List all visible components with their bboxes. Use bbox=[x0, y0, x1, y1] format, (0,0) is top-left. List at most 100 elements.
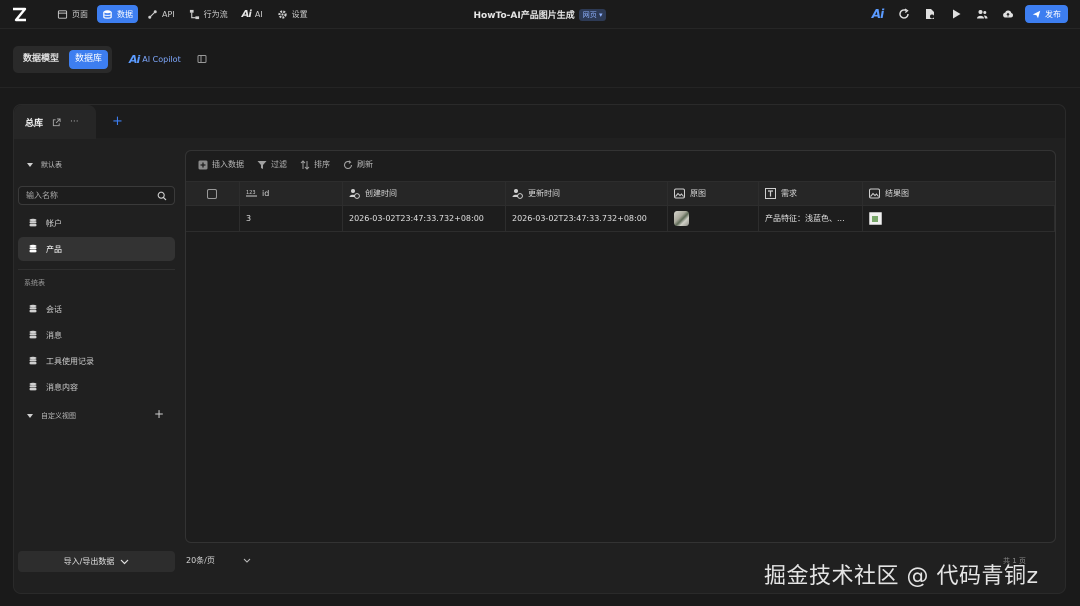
column-header-created[interactable]: 创建时间 bbox=[343, 182, 506, 205]
publish-button[interactable]: 发布 bbox=[1025, 5, 1068, 23]
ai-icon: Ai bbox=[129, 53, 140, 66]
table-search bbox=[18, 186, 175, 205]
tab-database[interactable]: 数据库 bbox=[69, 50, 109, 69]
row-select-cell[interactable] bbox=[186, 206, 240, 231]
tab-data-model[interactable]: 数据模型 bbox=[17, 50, 65, 69]
number-icon: 123 bbox=[246, 190, 257, 197]
tab-label: 总库 bbox=[25, 118, 44, 129]
caret-down-icon bbox=[27, 163, 33, 167]
insert-data-button[interactable]: 插入数据 bbox=[198, 159, 244, 170]
table-sidebar: 默认表 帐户 产品 系统表 会话 消息 工具使用记录 bbox=[14, 139, 180, 595]
export-label: 导入/导出数据 bbox=[63, 557, 115, 566]
sidebar-item-products[interactable]: 产品 bbox=[18, 237, 175, 261]
refresh-button[interactable]: 刷新 bbox=[343, 159, 373, 170]
group-default-tables[interactable]: 默认表 bbox=[27, 160, 62, 170]
product-image-thumbnail[interactable] bbox=[674, 211, 689, 226]
chevron-down-icon[interactable] bbox=[243, 558, 251, 563]
refresh-icon bbox=[343, 159, 353, 169]
grid-header-row: 123 id 创建时间 更新时间 原图 需求 结果图 bbox=[186, 181, 1055, 206]
sidebar-item-sessions[interactable]: 会话 bbox=[18, 297, 175, 321]
users-icon[interactable] bbox=[973, 6, 990, 23]
caret-down-icon bbox=[27, 414, 33, 418]
page-type-tag[interactable]: 网页 ▾ bbox=[578, 9, 607, 21]
group-system-tables: 系统表 bbox=[24, 279, 45, 287]
refresh-label: 刷新 bbox=[357, 160, 373, 169]
sidebar-item-message-content[interactable]: 消息内容 bbox=[18, 375, 175, 399]
sidebar-item-label: 消息内容 bbox=[46, 382, 78, 392]
search-input[interactable] bbox=[26, 191, 157, 200]
group-label: 自定义视图 bbox=[41, 412, 76, 420]
cell-id[interactable]: 3 bbox=[240, 206, 343, 231]
table-toolbar: 插入数据 过滤 排序 刷新 bbox=[198, 159, 373, 170]
cloud-upload-icon[interactable] bbox=[999, 6, 1016, 23]
group-custom-views[interactable]: 自定义视图 bbox=[27, 411, 76, 421]
column-label: 更新时间 bbox=[528, 189, 560, 198]
sidebar-item-label: 工具使用记录 bbox=[46, 356, 94, 366]
publish-label: 发布 bbox=[1045, 9, 1061, 19]
top-right-actions: Ai 发布 bbox=[869, 5, 1068, 23]
cell-result-image[interactable] bbox=[863, 206, 1055, 231]
play-icon[interactable] bbox=[947, 6, 964, 23]
clock-user-icon bbox=[349, 189, 360, 199]
page-type-label: 网页 bbox=[582, 11, 597, 19]
page-size-select[interactable]: 20条/页 bbox=[186, 555, 215, 566]
plus-square-icon bbox=[198, 160, 208, 169]
sidebar-item-accounts[interactable]: 帐户 bbox=[18, 211, 175, 235]
filter-icon bbox=[257, 160, 267, 169]
chevron-down-icon bbox=[120, 559, 129, 564]
app-title-text: HowTo-AI产品图片生成 bbox=[473, 11, 575, 21]
filter-button[interactable]: 过滤 bbox=[257, 159, 287, 170]
cell-updated[interactable]: 2026-03-02T23:47:33.732+08:00 bbox=[506, 206, 668, 231]
column-header-requirement[interactable]: 需求 bbox=[759, 182, 863, 205]
clock-user-icon bbox=[512, 189, 523, 199]
sub-bar: 数据模型 数据库 Ai AI Copilot bbox=[0, 30, 1080, 88]
select-all-cell bbox=[186, 182, 240, 205]
panel-toggle-icon[interactable] bbox=[197, 54, 207, 64]
external-link-icon[interactable] bbox=[52, 117, 61, 127]
search-icon[interactable] bbox=[157, 191, 167, 201]
table-row[interactable]: 3 2026-03-02T23:47:33.732+08:00 2026-03-… bbox=[186, 206, 1055, 232]
add-tab-button[interactable]: + bbox=[112, 115, 123, 128]
import-export-button[interactable]: 导入/导出数据 bbox=[18, 551, 175, 572]
file-settings-icon[interactable] bbox=[921, 6, 938, 23]
copilot-label: AI Copilot bbox=[142, 55, 181, 64]
pagination: 20条/页 bbox=[186, 555, 251, 566]
tab-main-db[interactable]: 总库 ··· bbox=[14, 105, 96, 139]
database-icon bbox=[29, 304, 37, 313]
sidebar-divider bbox=[18, 269, 175, 270]
add-view-button[interactable]: + bbox=[154, 407, 164, 421]
image-icon bbox=[869, 188, 880, 199]
ai-copilot-button[interactable]: Ai AI Copilot bbox=[129, 53, 181, 66]
filter-label: 过滤 bbox=[271, 160, 287, 169]
sidebar-item-messages[interactable]: 消息 bbox=[18, 323, 175, 347]
column-header-id[interactable]: 123 id bbox=[240, 182, 343, 205]
send-icon bbox=[1032, 10, 1041, 18]
db-tabs: 总库 ··· + bbox=[14, 105, 1065, 139]
sort-button[interactable]: 排序 bbox=[300, 159, 330, 170]
sidebar-item-label: 帐户 bbox=[46, 218, 62, 228]
insert-label: 插入数据 bbox=[212, 160, 244, 169]
column-header-result-image[interactable]: 结果图 bbox=[863, 182, 1055, 205]
column-label: id bbox=[262, 189, 270, 198]
sidebar-item-label: 消息 bbox=[46, 330, 62, 340]
cell-requirement[interactable]: 产品特征：浅蓝色、... bbox=[759, 206, 863, 231]
column-header-original-image[interactable]: 原图 bbox=[668, 182, 759, 205]
cell-created[interactable]: 2026-03-02T23:47:33.732+08:00 bbox=[343, 206, 506, 231]
sidebar-item-label: 产品 bbox=[46, 244, 62, 254]
cell-original-image[interactable] bbox=[668, 206, 759, 231]
data-grid: 123 id 创建时间 更新时间 原图 需求 结果图 3 2026-03-02T… bbox=[186, 181, 1055, 232]
database-icon bbox=[29, 218, 37, 227]
more-icon[interactable]: ··· bbox=[70, 117, 79, 127]
select-all-checkbox[interactable] bbox=[207, 188, 217, 199]
table-view: 插入数据 过滤 排序 刷新 123 id 创建时间 更新时间 原图 需求 结果图… bbox=[185, 150, 1056, 543]
broken-image-icon[interactable] bbox=[869, 212, 882, 225]
refresh-icon[interactable] bbox=[895, 6, 912, 23]
sidebar-item-tool-usage[interactable]: 工具使用记录 bbox=[18, 349, 175, 373]
svg-text:123: 123 bbox=[246, 190, 256, 196]
database-icon bbox=[29, 330, 37, 339]
text-icon bbox=[765, 188, 776, 199]
ai-assistant-icon[interactable]: Ai bbox=[869, 6, 886, 23]
column-label: 创建时间 bbox=[365, 189, 397, 198]
column-label: 原图 bbox=[690, 189, 706, 198]
column-header-updated[interactable]: 更新时间 bbox=[506, 182, 668, 205]
